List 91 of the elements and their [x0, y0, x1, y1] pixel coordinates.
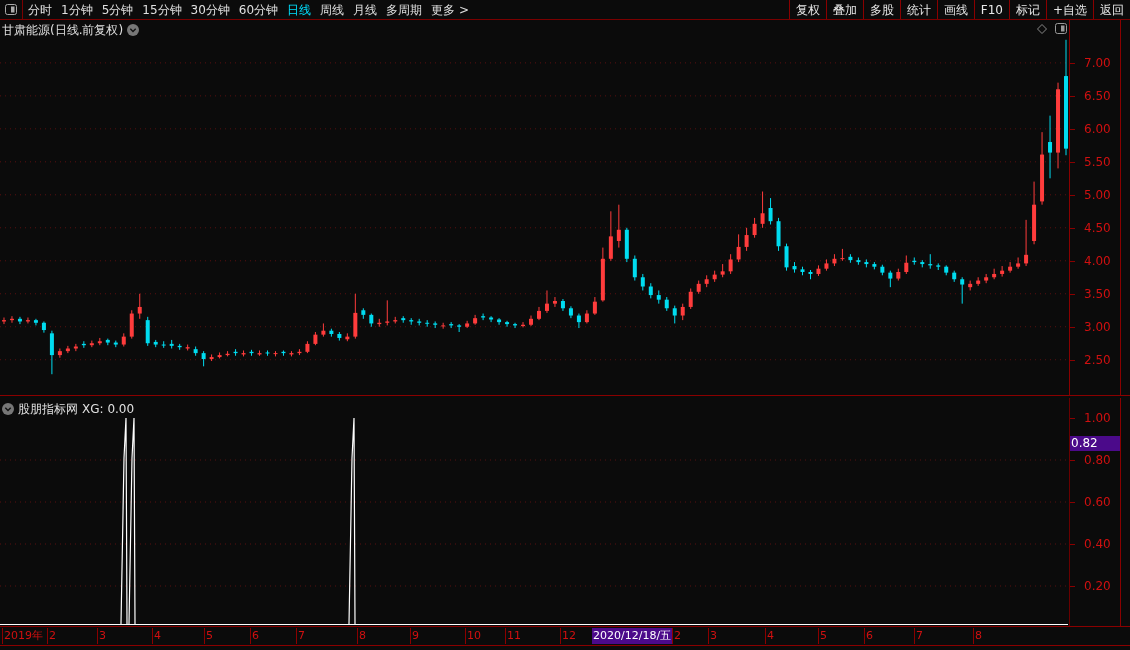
period-tab[interactable]: 月线	[353, 0, 378, 19]
period-tab[interactable]: 15分钟	[142, 0, 182, 19]
candlestick	[1016, 256, 1021, 270]
dropdown-icon[interactable]	[127, 24, 140, 36]
period-tab[interactable]: 30分钟	[190, 0, 230, 19]
period-tab[interactable]: 60分钟	[238, 0, 279, 19]
axis-label: 4.00	[1084, 254, 1111, 267]
candlestick	[728, 253, 733, 275]
candlestick	[544, 289, 549, 314]
candlestick	[49, 330, 54, 375]
date-label: 6	[250, 628, 259, 644]
axis-label: 6.00	[1084, 122, 1111, 135]
date-label: 4	[152, 628, 161, 644]
date-label: 2	[47, 628, 56, 644]
candlestick	[752, 217, 757, 239]
period-tab[interactable]: 周线	[320, 0, 345, 19]
candlestick	[576, 313, 581, 329]
candlestick	[265, 349, 270, 357]
candlestick	[505, 320, 510, 328]
candlestick	[904, 254, 909, 275]
axis-label: 0.80	[1084, 454, 1111, 466]
candlestick	[768, 197, 773, 225]
dropdown-icon[interactable]	[2, 403, 14, 415]
period-tab[interactable]: 1分钟	[61, 0, 93, 19]
candlestick	[481, 313, 486, 321]
candlestick	[353, 293, 358, 340]
axis-label: 7.00	[1084, 56, 1111, 69]
candlestick	[632, 254, 637, 282]
candlestick	[1024, 219, 1029, 267]
period-tab[interactable]: 多周期	[386, 0, 423, 19]
candlestick	[688, 287, 693, 310]
date-label: 3	[708, 628, 717, 644]
indicator-reading: XG: 0.00	[82, 401, 135, 418]
axis-label: 3.00	[1084, 320, 1111, 333]
candlestick	[736, 233, 741, 263]
candlestick	[552, 296, 557, 308]
candlestick	[992, 268, 997, 280]
axis-label: 0.20	[1084, 580, 1111, 592]
candlestick	[73, 343, 78, 352]
candlestick	[137, 293, 142, 320]
axis-label: 1.00	[1084, 412, 1111, 424]
candlestick	[497, 317, 502, 326]
axis-label: 6.50	[1084, 89, 1111, 102]
period-tab[interactable]: 分时	[28, 0, 52, 19]
candlestick	[1008, 261, 1013, 274]
date-label: 8	[357, 628, 366, 644]
date-label: 12	[560, 628, 576, 644]
current-value-badge: 0.82	[1070, 436, 1120, 451]
date-label: 6	[864, 628, 873, 644]
panel-toggle-icon[interactable]	[1055, 23, 1067, 34]
date-label: 11	[505, 628, 521, 644]
candlestick	[760, 191, 765, 229]
candlestick	[784, 243, 789, 272]
candlestick	[616, 204, 621, 249]
axis-label: 0.40	[1084, 538, 1111, 550]
chart-title: 甘肃能源(日线.前复权)	[2, 22, 124, 39]
candlestick	[57, 348, 62, 359]
axis-label: 5.50	[1084, 155, 1111, 168]
more-menu[interactable]: 更多 >	[431, 0, 469, 19]
axis-label: 3.50	[1084, 287, 1111, 300]
candlestick	[41, 320, 46, 334]
date-label: 7	[914, 628, 923, 644]
candlestick	[960, 276, 965, 305]
date-label: 8	[973, 628, 982, 644]
candlestick	[129, 309, 134, 340]
date-label: 5	[204, 628, 213, 644]
date-label: 5	[818, 628, 827, 644]
axis-label: 2.50	[1084, 353, 1111, 366]
candlestick	[145, 316, 150, 347]
date-label: 3	[97, 628, 106, 644]
date-label: 2019年	[2, 628, 43, 644]
candlestick	[744, 227, 749, 252]
axis-label: 4.50	[1084, 221, 1111, 234]
cursor-date-label: 2020/12/18/五	[592, 628, 673, 644]
date-label: 4	[765, 628, 774, 644]
axis-label: 5.00	[1084, 188, 1111, 201]
candlestick	[385, 299, 390, 326]
indicator-name: 股朋指标网	[18, 401, 78, 418]
candlestick	[473, 314, 478, 326]
date-label: 7	[296, 628, 305, 644]
axis-label: 0.60	[1084, 496, 1111, 508]
candlestick	[457, 323, 462, 333]
period-tab[interactable]: 5分钟	[101, 0, 134, 19]
panel-toggle-icon[interactable]	[5, 4, 17, 15]
candlestick	[1048, 115, 1053, 179]
date-label: 9	[410, 628, 419, 644]
candlestick	[608, 210, 613, 262]
candlestick	[1000, 265, 1005, 278]
date-label: 10	[465, 628, 481, 644]
candlestick	[840, 248, 845, 262]
period-tab[interactable]: 日线	[287, 0, 312, 19]
